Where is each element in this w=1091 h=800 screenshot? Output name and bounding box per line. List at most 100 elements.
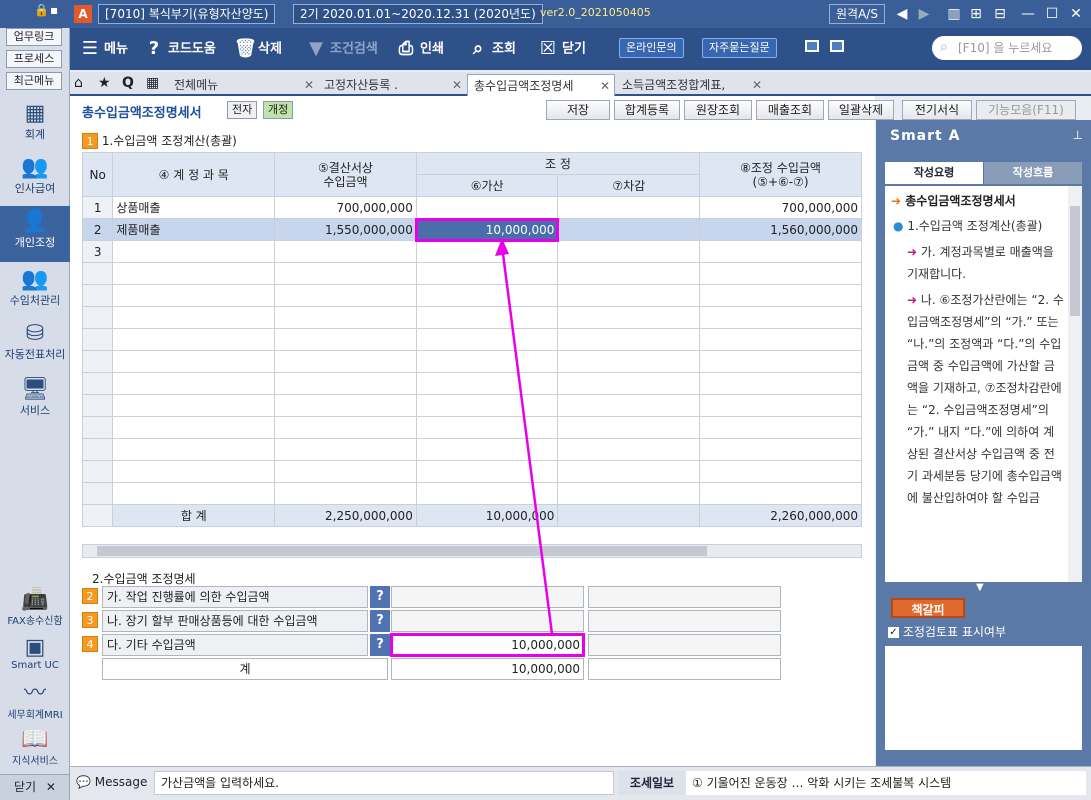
layout-icon[interactable]: ⊞ — [966, 4, 986, 24]
revision-tag[interactable]: 개정 — [263, 101, 294, 119]
detail-value-da[interactable]: 10,000,000 — [390, 633, 585, 657]
table-row[interactable]: 1 상품매출 700,000,000 700,000,000 — [81, 196, 862, 219]
detail-value-na[interactable] — [391, 610, 584, 632]
tab-fixed-asset[interactable]: 고정자산등록 . ✕ — [318, 74, 466, 96]
checkbox-icon[interactable]: ✓ — [888, 627, 899, 638]
tab-label: 소득금액조정합계표, — [622, 78, 726, 92]
quick-search-icon[interactable]: Q — [122, 75, 134, 91]
sidebar-item-service[interactable]: 🖥 서비스 — [0, 378, 70, 418]
add-cell-highlighted[interactable]: 10,000,000 — [415, 217, 559, 242]
detail-extra-na[interactable] — [588, 610, 781, 632]
book-cell[interactable] — [274, 240, 417, 263]
tab-close-icon[interactable]: ✕ — [304, 74, 314, 96]
clients-icon: 👥 — [21, 267, 49, 292]
sidebar-item-payroll[interactable]: 👥 인사급여 — [0, 156, 70, 206]
sidebar-item-mri[interactable]: 〰 세무회계MRI — [0, 682, 70, 722]
detail-extra-da[interactable] — [588, 634, 781, 656]
table-row[interactable]: 3 — [81, 240, 862, 263]
add-cell[interactable] — [415, 196, 559, 219]
minimize-icon[interactable]: — — [1018, 4, 1038, 24]
tab-close-icon[interactable]: ✕ — [600, 75, 610, 97]
save-button[interactable]: 저장 — [546, 100, 610, 120]
tab-all-menu[interactable]: 전체메뉴 ✕ — [168, 74, 318, 96]
sidebar-item-knowledge[interactable]: 📖 지식서비스 — [0, 728, 70, 768]
account-cell[interactable] — [112, 240, 276, 263]
sub-cell[interactable] — [557, 240, 701, 263]
account-cell[interactable]: 상품매출 — [112, 196, 276, 219]
sidebar-label: 회계 — [24, 128, 46, 141]
bulk-delete-button[interactable]: 일괄삭제 — [828, 100, 894, 120]
add-cell[interactable] — [415, 240, 559, 263]
news-label[interactable]: 조세일보 — [618, 771, 686, 795]
horizontal-scrollbar[interactable] — [82, 544, 862, 558]
recent-menu-button[interactable]: 최근메뉴 — [6, 72, 62, 90]
condition-search-button[interactable]: ▼ 조건검색 — [306, 36, 378, 62]
review-checkbox[interactable]: ✓ 조정검토표 표시여부 — [888, 623, 1006, 640]
split-view-icon[interactable] — [805, 40, 819, 52]
tab-income-adjust[interactable]: 소득금액조정합계표, ✕ — [616, 74, 766, 96]
guide-item1: ● 1.수입금액 조정계산(총괄) — [893, 215, 1064, 237]
book-cell[interactable]: 1,550,000,000 — [274, 218, 417, 241]
tab-close-icon[interactable]: ✕ — [752, 74, 762, 96]
help-ga-icon[interactable]: ? — [370, 586, 390, 608]
memo-area[interactable] — [885, 646, 1082, 750]
close-window-icon[interactable]: ✕ — [1066, 4, 1086, 24]
table-row[interactable]: 2 제품매출 1,550,000,000 10,000,000 1,560,00… — [81, 217, 862, 242]
grid-icon[interactable]: ⊟ — [990, 4, 1010, 24]
online-inquiry-button[interactable]: 온라인문의 — [619, 38, 684, 58]
pin-icon[interactable]: ▪ — [50, 3, 58, 17]
scroll-thumb[interactable] — [97, 546, 707, 556]
sidebar-item-auto-voucher[interactable]: ⛁ 자동전표처리 — [0, 322, 70, 372]
help-da-icon[interactable]: ? — [370, 634, 390, 656]
home-icon[interactable]: ⌂ — [74, 75, 83, 91]
sidebar-close-button[interactable]: 닫기 ✕ — [0, 774, 69, 800]
calendar-icon[interactable]: ▦ — [146, 75, 159, 91]
sum-register-button[interactable]: 합계등록 — [614, 100, 680, 120]
tab-close-icon[interactable]: ✕ — [452, 74, 462, 96]
delete-button[interactable]: 🗑삭제 — [234, 36, 282, 62]
menu-button[interactable]: ☰ 메뉴 — [80, 36, 128, 62]
print-button[interactable]: ⎙ 인쇄 — [396, 36, 444, 62]
faq-button[interactable]: 자주묻는질문 — [702, 38, 777, 58]
pin-panel-icon[interactable]: ⊥ — [1073, 128, 1083, 142]
star-icon[interactable]: ★ — [98, 75, 111, 91]
book-cell[interactable]: 700,000,000 — [274, 196, 417, 219]
bookmark-badge[interactable]: 책갈피 — [891, 598, 965, 618]
help-na-icon[interactable]: ? — [370, 610, 390, 632]
tab-writing-guide[interactable]: 작성요령 — [885, 162, 983, 184]
sidebar-item-smart-uc[interactable]: ▣ Smart UC — [0, 636, 70, 676]
sidebar-item-fax[interactable]: 📠 FAX송수신함 — [0, 588, 70, 628]
close-button[interactable]: ☒ 닫기 — [538, 36, 586, 62]
tab-total-income[interactable]: 총수입금액조정명세 ✕ — [467, 74, 615, 96]
forward-icon[interactable]: ▶ — [914, 4, 934, 24]
guide-scrollbar[interactable] — [1068, 186, 1082, 582]
detail-extra-ga[interactable] — [588, 586, 781, 608]
sub-cell[interactable] — [557, 218, 701, 241]
account-cell[interactable]: 제품매출 — [112, 218, 276, 241]
code-help-button[interactable]: ? 코드도움 — [144, 36, 216, 62]
guide-scroll-thumb[interactable] — [1070, 206, 1080, 316]
doc-tag[interactable]: 전자 — [227, 101, 258, 119]
search-input[interactable]: [F10] 을 누르세요 — [932, 36, 1082, 60]
panel-view-icon[interactable] — [830, 40, 844, 52]
sidebar-item-clients[interactable]: 👥 수임처관리 — [0, 268, 70, 318]
previous-form-button[interactable]: 전기서식 — [902, 100, 972, 120]
news-ticker[interactable]: ① 기울어진 운동장 … 악화 시키는 조세불복 시스템 — [686, 771, 1086, 795]
lookup-button[interactable]: ⌕ 조회 — [468, 36, 516, 62]
sidebar-item-personal-adjust[interactable]: 👤 개인조정 — [0, 206, 70, 262]
process-button[interactable]: 프로세스 — [6, 50, 62, 68]
sidebar-item-accounting[interactable]: ▦ 회계 — [0, 102, 70, 152]
detail-value-ga[interactable] — [391, 586, 584, 608]
back-icon[interactable]: ◀ — [892, 4, 912, 24]
remote-as-button[interactable]: 원격A/S — [829, 4, 885, 24]
sales-lookup-button[interactable]: 매출조회 — [756, 100, 824, 120]
tab-writing-flow[interactable]: 작성흐름 — [984, 162, 1082, 184]
collapse-icon[interactable]: ▼ — [976, 582, 984, 593]
period-display[interactable]: 2기 2020.01.01~2020.12.31 (2020년도) — [293, 4, 543, 24]
ledger-lookup-button[interactable]: 원장조회 — [684, 100, 752, 120]
book-icon[interactable]: ▥ — [944, 4, 964, 24]
sub-cell[interactable] — [557, 196, 701, 219]
maximize-icon[interactable]: ☐ — [1042, 4, 1062, 24]
function-collection-button[interactable]: 기능모음(F11) — [976, 100, 1076, 120]
work-link-button[interactable]: 업무링크 — [6, 28, 62, 46]
